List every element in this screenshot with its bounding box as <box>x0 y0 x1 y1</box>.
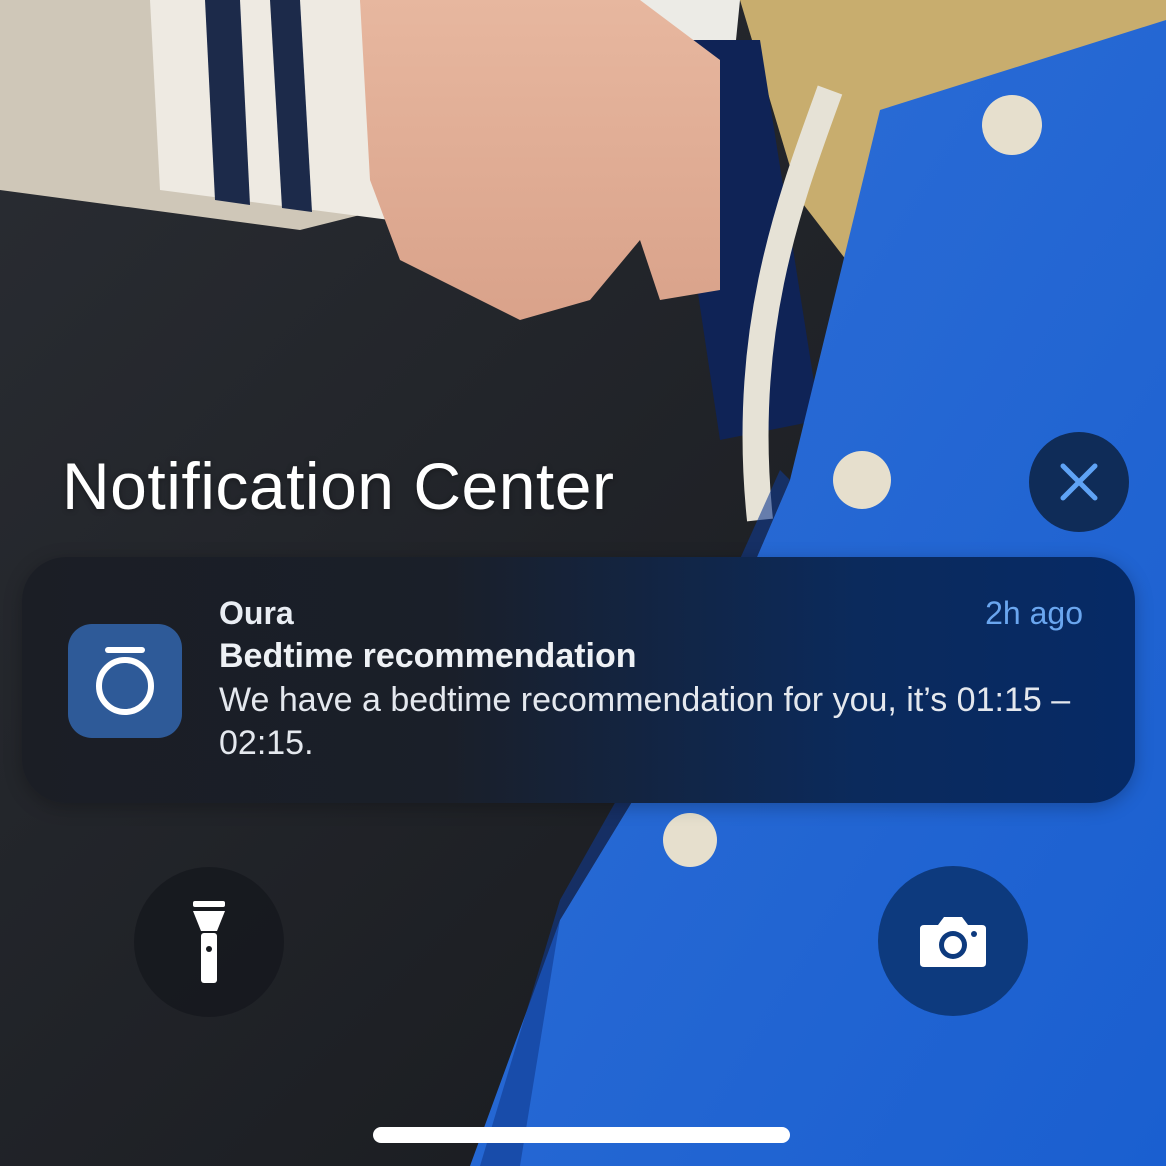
camera-icon <box>920 917 986 967</box>
flashlight-icon <box>193 901 225 983</box>
flashlight-button[interactable] <box>134 867 284 1017</box>
close-button[interactable] <box>1029 432 1129 532</box>
close-icon <box>1060 463 1098 501</box>
oura-ring-icon <box>96 647 154 715</box>
notification-app-name: Oura <box>219 595 294 631</box>
home-indicator[interactable] <box>373 1127 790 1143</box>
page-title: Notification Center <box>62 449 615 523</box>
oura-app-icon <box>68 624 182 738</box>
notification-timestamp: 2h ago <box>985 595 1083 631</box>
camera-button[interactable] <box>878 866 1028 1016</box>
notification-card[interactable]: Oura 2h ago Bedtime recommendation We ha… <box>22 557 1135 803</box>
notification-body: We have a bedtime recommendation for you… <box>219 681 1071 762</box>
notification-title: Bedtime recommendation <box>219 637 637 675</box>
